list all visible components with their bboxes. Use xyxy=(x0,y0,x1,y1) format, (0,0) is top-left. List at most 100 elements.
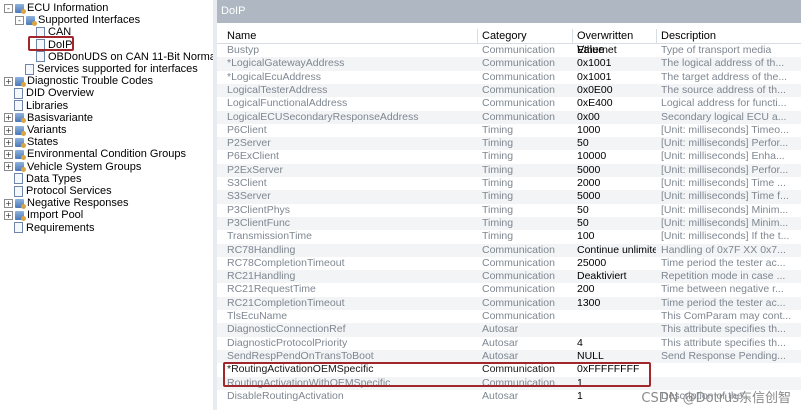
selected-item-highlight xyxy=(28,36,74,51)
cell-name: P3ClientFunc xyxy=(227,216,291,229)
tree-item-protocol-services[interactable]: Protocol Services xyxy=(14,185,112,197)
tree-item-services-supported-for-interfaces[interactable]: Services supported for interfaces xyxy=(25,63,198,75)
table-row[interactable]: SendRespPendOnTransToBoot Autosar NULL Send… xyxy=(217,349,801,364)
table-row[interactable]: Bustyp Communication Ethernet Type of trans… xyxy=(217,44,801,57)
cell-overwritten-value[interactable]: 0x0E00 xyxy=(573,84,656,97)
cell-overwritten-value[interactable]: Ethernet xyxy=(573,44,656,57)
cell-overwritten-value[interactable]: 5000 xyxy=(573,164,656,177)
tree-item-libraries[interactable]: Libraries xyxy=(14,100,68,112)
cell-description: [Unit: milliseconds] Perfor... xyxy=(661,137,789,150)
cell-overwritten-value[interactable]: NULL xyxy=(573,350,656,363)
tree-item-did-overview[interactable]: DID Overview xyxy=(14,87,94,99)
expand-icon[interactable]: + xyxy=(4,76,13,86)
table-row[interactable]: P6Client Timing 1000 [Unit: milliseconds] T… xyxy=(217,124,801,137)
tree-item-environmental-condition-groups[interactable]: + Environmental Condition Groups xyxy=(4,148,186,160)
tree-item-label: Import Pool xyxy=(27,209,84,222)
table-row[interactable]: *LogicalGatewayAddress Communication 0x100… xyxy=(217,57,801,71)
cell-overwritten-value[interactable]: 50 xyxy=(573,137,656,150)
cell-description: Logical address for functi... xyxy=(661,97,787,110)
collapse-icon[interactable]: - xyxy=(4,3,13,13)
column-header-overwritten-value[interactable]: Overwritten Value xyxy=(573,29,657,56)
expand-icon[interactable]: + xyxy=(4,149,13,159)
tree-item-requirements[interactable]: Requirements xyxy=(14,222,94,234)
table-row[interactable]: P3ClientPhys Timing 50 [Unit: milliseconds]… xyxy=(217,204,801,217)
cell-overwritten-value[interactable]: 0x1001 xyxy=(573,71,656,84)
tree-item-variants[interactable]: + Variants xyxy=(4,124,67,136)
table-row[interactable]: *LogicalEcuAddress Communication 0x1001 The… xyxy=(217,71,801,84)
table-row[interactable]: P2Server Timing 50 [Unit: milliseconds] Per… xyxy=(217,137,801,151)
cell-category: Timing xyxy=(482,177,514,189)
cell-name: RC78CompletionTimeout xyxy=(227,256,345,269)
cell-overwritten-value[interactable]: Continue unlimited xyxy=(573,244,656,257)
cell-overwritten-value[interactable]: 0xE400 xyxy=(573,97,656,110)
cell-overwritten-value[interactable]: 50 xyxy=(573,204,656,217)
expand-icon[interactable]: + xyxy=(4,198,13,208)
table-row[interactable]: TlsEcuName Communication This ComParam may… xyxy=(217,310,801,323)
tree-item-diagnostic-trouble-codes[interactable]: + Diagnostic Trouble Codes xyxy=(4,75,153,87)
cell-overwritten-value[interactable]: 1000 xyxy=(573,124,656,137)
cell-overwritten-value[interactable]: 2000 xyxy=(573,177,656,190)
cell-name: LogicalTesterAddress xyxy=(227,83,328,96)
cell-description: Send Response Pending... xyxy=(661,349,786,362)
cell-description: [Unit: milliseconds] Minim... xyxy=(661,216,789,229)
highlighted-rows-box xyxy=(223,362,651,388)
table-row[interactable]: RC78Handling Communication Continue unlimi… xyxy=(217,243,801,257)
cell-name: DiagnosticConnectionRef xyxy=(227,323,346,336)
table-row[interactable]: P2ExServer Timing 5000 [Unit: milliseconds]… xyxy=(217,163,801,177)
table-row[interactable]: P6ExClient Timing 10000 [Unit: milliseconds… xyxy=(217,150,801,163)
cell-overwritten-value[interactable]: 0x00 xyxy=(573,111,656,124)
table-row[interactable]: LogicalFunctionalAddress Communication 0xE… xyxy=(217,97,801,110)
table-row[interactable]: LogicalTesterAddress Communication 0x0E00 T… xyxy=(217,83,801,98)
table-row[interactable]: RC21Handling Communication Deaktiviert Repe… xyxy=(217,270,801,284)
table-row[interactable]: S3Server Timing 5000 [Unit: milliseconds] T… xyxy=(217,190,801,204)
cell-category: Communication xyxy=(482,110,555,123)
cell-category: Timing xyxy=(482,216,514,229)
cell-overwritten-value[interactable]: 10000 xyxy=(573,150,656,163)
table-row[interactable]: RC21CompletionTimeout Communication 1300 Ti… xyxy=(217,296,801,310)
cell-overwritten-value[interactable]: 4 xyxy=(573,337,656,350)
column-header-category[interactable]: Category xyxy=(478,29,573,43)
tree-item-negative-responses[interactable]: + Negative Responses xyxy=(4,197,129,209)
cell-overwritten-value[interactable]: 1300 xyxy=(573,297,656,310)
expand-icon[interactable]: + xyxy=(4,125,13,135)
tree-item-states[interactable]: + States xyxy=(4,136,58,148)
cell-overwritten-value[interactable]: 0x1001 xyxy=(573,57,656,70)
cell-category: Communication xyxy=(482,256,555,269)
table-row[interactable]: TransmissionTime Timing 100 [Unit: millisec… xyxy=(217,230,801,243)
table-row[interactable]: RC78CompletionTimeout Communication 25000 T… xyxy=(217,257,801,270)
cell-overwritten-value[interactable] xyxy=(573,310,656,323)
table-row[interactable]: DiagnosticConnectionRef Autosar This attri… xyxy=(217,323,801,337)
cell-overwritten-value[interactable]: 25000 xyxy=(573,257,656,270)
tree-item-ecu-information[interactable]: - ECU Information xyxy=(4,2,108,14)
tree-item-label: Negative Responses xyxy=(27,197,129,210)
table-row[interactable]: RC21RequestTime Communication 200 Time betw… xyxy=(217,283,801,296)
table-row[interactable]: DiagnosticProtocolPriority Autosar 4 This a… xyxy=(217,337,801,350)
tree-item-basisvariante[interactable]: + Basisvariante xyxy=(4,112,93,124)
expand-icon[interactable]: + xyxy=(4,137,13,147)
expand-icon[interactable]: + xyxy=(4,113,13,123)
cell-category: Autosar xyxy=(482,349,519,362)
column-header-name[interactable]: Name xyxy=(223,29,478,43)
table-row[interactable]: S3Client Timing 2000 [Unit: milliseconds] T… xyxy=(217,177,801,190)
cell-overwritten-value[interactable]: Deaktiviert xyxy=(573,270,656,283)
collapse-icon[interactable]: - xyxy=(15,15,24,25)
cell-overwritten-value[interactable]: 100 xyxy=(573,230,656,243)
tree-item-data-types[interactable]: Data Types xyxy=(14,173,81,185)
tree-item-obdonuds-on-can-11-bit-normal-500kb[interactable]: OBDonUDS on CAN 11-Bit Normal 500kB xyxy=(36,51,213,63)
tree-item-supported-interfaces[interactable]: - Supported Interfaces xyxy=(15,14,140,26)
tree-item-label: States xyxy=(27,136,59,149)
cell-overwritten-value[interactable]: 50 xyxy=(573,217,656,230)
tree-item-import-pool[interactable]: + Import Pool xyxy=(4,209,83,221)
cell-name: P2ExServer xyxy=(227,163,284,176)
table-row[interactable]: LogicalECUSecondaryResponseAddress Commun… xyxy=(217,110,801,124)
cell-name: P6ExClient xyxy=(227,150,279,163)
cell-overwritten-value[interactable]: 5000 xyxy=(573,190,656,203)
cell-overwritten-value[interactable]: 200 xyxy=(573,283,656,296)
doc-icon xyxy=(14,185,23,197)
expand-icon[interactable]: + xyxy=(4,162,13,172)
cell-overwritten-value[interactable] xyxy=(573,323,656,336)
tree-item-vehicle-system-groups[interactable]: + Vehicle System Groups xyxy=(4,161,141,173)
column-header-description[interactable]: Description xyxy=(657,29,801,43)
table-row[interactable]: P3ClientFunc Timing 50 [Unit: milliseconds]… xyxy=(217,216,801,231)
expand-icon[interactable]: + xyxy=(4,210,13,220)
